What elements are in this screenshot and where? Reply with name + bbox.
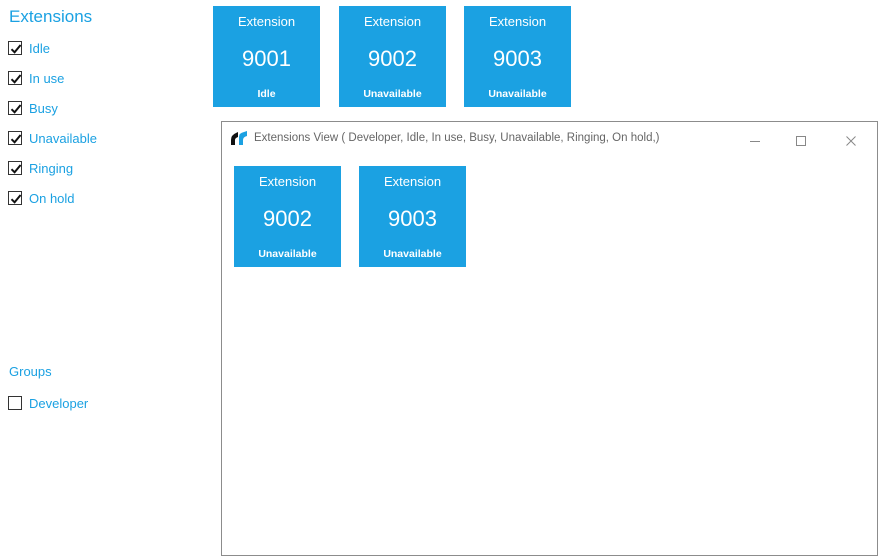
window-titlebar[interactable]: Extensions View ( Developer, Idle, In us… xyxy=(222,122,877,156)
filter-label: Idle xyxy=(29,40,50,56)
extensions-title: Extensions xyxy=(9,7,93,26)
tile-number: 9002 xyxy=(368,46,417,71)
checkbox[interactable] xyxy=(8,101,22,115)
tile-status: Unavailable xyxy=(488,88,547,100)
tile-label: Extension xyxy=(488,14,547,29)
window-title: Extensions View ( Developer, Idle, In us… xyxy=(254,132,660,144)
tile-status: Idle xyxy=(257,88,276,100)
checkmark-icon xyxy=(10,194,22,204)
close-button[interactable] xyxy=(828,126,874,156)
checkmark-icon xyxy=(10,74,22,84)
extension-tile-9003[interactable]: Extension 9003 Unavailable xyxy=(464,6,571,107)
checkbox[interactable] xyxy=(8,161,22,175)
filter-unavailable[interactable]: Unavailable xyxy=(8,128,97,148)
checkbox[interactable] xyxy=(8,131,22,145)
filter-label: Busy xyxy=(29,100,58,116)
tile-status: Unavailable xyxy=(383,248,442,260)
checkbox[interactable] xyxy=(8,71,22,85)
filter-label: In use xyxy=(29,70,65,86)
maximize-icon xyxy=(796,136,806,146)
filter-ringing[interactable]: Ringing xyxy=(8,158,73,178)
tile-status: Unavailable xyxy=(258,248,317,260)
tile-number: 9001 xyxy=(242,46,291,71)
filter-idle[interactable]: Idle xyxy=(8,38,50,58)
groups-title: Groups xyxy=(9,364,52,379)
maximize-button[interactable] xyxy=(778,126,824,156)
filter-busy[interactable]: Busy xyxy=(8,98,58,118)
filter-label: Developer xyxy=(29,395,89,411)
checkbox[interactable] xyxy=(8,41,22,55)
checkbox[interactable] xyxy=(8,396,22,410)
checkmark-icon xyxy=(10,134,22,144)
tile-number: 9003 xyxy=(388,206,437,231)
filter-label: Ringing xyxy=(29,160,74,176)
tile-label: Extension xyxy=(383,174,442,189)
filter-label: Unavailable xyxy=(29,130,97,146)
tile-status: Unavailable xyxy=(363,88,422,100)
filter-on-hold[interactable]: On hold xyxy=(8,188,75,208)
checkmark-icon xyxy=(10,104,22,114)
tile-number: 9002 xyxy=(263,206,312,231)
filter-developer[interactable]: Developer xyxy=(8,393,88,413)
minimize-button[interactable] xyxy=(732,126,778,156)
filter-label: On hold xyxy=(29,190,75,206)
minimize-icon xyxy=(750,141,760,142)
checkmark-icon xyxy=(10,44,22,54)
tile-label: Extension xyxy=(363,14,422,29)
extension-tile-9001[interactable]: Extension 9001 Idle xyxy=(213,6,320,107)
extension-tile-9002[interactable]: Extension 9002 Unavailable xyxy=(234,166,341,267)
app-logo-icon xyxy=(231,131,247,145)
close-icon xyxy=(846,136,856,146)
checkmark-icon xyxy=(10,164,22,174)
extension-tile-9002[interactable]: Extension 9002 Unavailable xyxy=(339,6,446,107)
tile-label: Extension xyxy=(237,14,296,29)
filter-in-use[interactable]: In use xyxy=(8,68,64,88)
tile-label: Extension xyxy=(258,174,317,189)
extensions-view-window: Extensions View ( Developer, Idle, In us… xyxy=(221,121,878,556)
tile-number: 9003 xyxy=(493,46,542,71)
checkbox[interactable] xyxy=(8,191,22,205)
extension-tile-9003[interactable]: Extension 9003 Unavailable xyxy=(359,166,466,267)
